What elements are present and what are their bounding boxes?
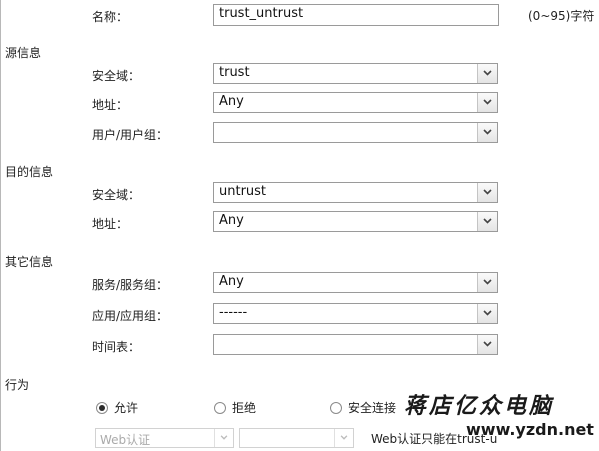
left-border xyxy=(0,0,1,451)
source-zone-label: 安全域： xyxy=(92,69,141,83)
radio-unselected-icon[interactable] xyxy=(330,401,342,414)
application-label: 应用/应用组： xyxy=(92,309,169,323)
chevron-down-icon[interactable] xyxy=(334,429,353,447)
action-secure-connection-radio[interactable]: 安全连接 xyxy=(330,399,396,416)
chevron-down-icon[interactable] xyxy=(477,123,497,142)
destination-address-select[interactable]: Any xyxy=(213,211,498,232)
destination-section-title: 目的信息 xyxy=(5,165,54,179)
application-value: ------ xyxy=(219,305,248,320)
action-allow-label: 允许 xyxy=(114,401,139,415)
action-deny-radio[interactable]: 拒绝 xyxy=(214,399,256,416)
chevron-down-icon[interactable] xyxy=(477,93,497,112)
schedule-select[interactable] xyxy=(213,334,498,355)
name-hint: (0~95)字符 xyxy=(528,9,595,23)
name-label: 名称： xyxy=(92,10,129,24)
destination-zone-value: untrust xyxy=(219,184,267,199)
destination-address-label: 地址： xyxy=(92,217,129,231)
action-allow-radio[interactable]: 允许 xyxy=(96,399,138,416)
service-value: Any xyxy=(219,274,244,289)
chevron-down-icon[interactable] xyxy=(477,273,497,292)
destination-zone-label: 安全域： xyxy=(92,188,141,202)
chevron-down-icon[interactable] xyxy=(477,304,497,323)
action-secure-connection-label: 安全连接 xyxy=(348,401,397,415)
source-zone-value: trust xyxy=(219,65,250,80)
name-input[interactable]: trust_untrust xyxy=(213,4,499,26)
source-section-title: 源信息 xyxy=(5,46,42,60)
source-zone-select[interactable]: trust xyxy=(213,63,498,84)
source-address-value: Any xyxy=(219,94,244,109)
chevron-down-icon[interactable] xyxy=(477,64,497,83)
source-address-label: 地址： xyxy=(92,98,129,112)
radio-selected-icon[interactable] xyxy=(96,401,108,414)
action-deny-label: 拒绝 xyxy=(232,401,257,415)
watermark-text: 蒋店亿众电脑 xyxy=(404,393,555,419)
destination-address-value: Any xyxy=(219,213,244,228)
source-address-select[interactable]: Any xyxy=(213,92,498,113)
chevron-down-icon[interactable] xyxy=(477,212,497,231)
action-section-title: 行为 xyxy=(5,378,30,392)
name-input-value: trust_untrust xyxy=(219,6,304,21)
radio-unselected-icon[interactable] xyxy=(214,401,226,414)
chevron-down-icon[interactable] xyxy=(477,183,497,202)
source-user-label: 用户/用户组： xyxy=(92,128,169,142)
chevron-down-icon[interactable] xyxy=(214,429,233,447)
chevron-down-icon[interactable] xyxy=(477,335,497,354)
destination-zone-select[interactable]: untrust xyxy=(213,182,498,203)
web-auth-select[interactable]: Web认证 xyxy=(95,428,234,448)
web-auth-server-select[interactable] xyxy=(239,428,354,448)
other-section-title: 其它信息 xyxy=(5,255,54,269)
service-select[interactable]: Any xyxy=(213,272,498,293)
application-select[interactable]: ------ xyxy=(213,303,498,324)
watermark-url: www.yzdn.net xyxy=(466,420,594,439)
web-auth-select-value: Web认证 xyxy=(100,433,151,447)
source-user-select[interactable] xyxy=(213,122,498,143)
schedule-label: 时间表： xyxy=(92,340,141,354)
service-label: 服务/服务组： xyxy=(92,278,169,292)
